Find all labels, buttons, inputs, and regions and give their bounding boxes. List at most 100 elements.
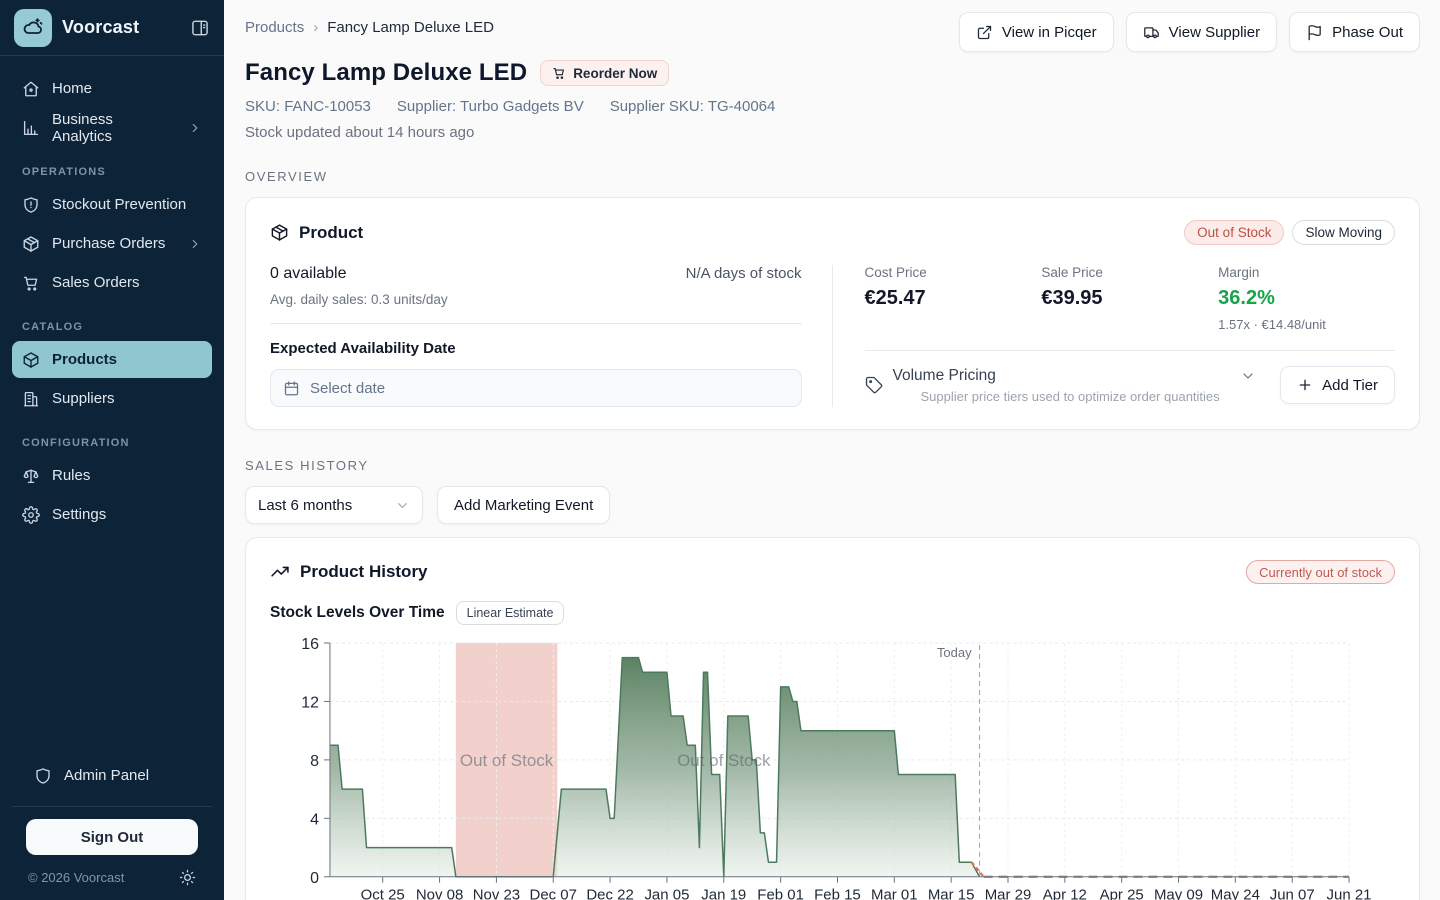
sign-out-button[interactable]: Sign Out [26, 819, 198, 855]
external-link-icon [976, 24, 993, 41]
bar-chart-icon [22, 119, 40, 137]
theme-toggle-sun-icon[interactable] [179, 869, 196, 886]
product-meta: SKU: FANC-10053 Supplier: Turbo Gadgets … [245, 98, 1420, 115]
phase-out-button[interactable]: Phase Out [1289, 12, 1420, 52]
svg-text:Jan 05: Jan 05 [644, 887, 689, 900]
section-title-configuration: CONFIGURATION [22, 437, 202, 449]
sidebar-item-label: Home [52, 80, 92, 97]
scale-icon [22, 467, 40, 485]
stock-chart: TodayOut of StockOut of Stock0481216Oct … [270, 637, 1395, 900]
svg-text:Today: Today [937, 645, 972, 660]
sidebar-item-business-analytics[interactable]: Business Analytics [12, 109, 212, 146]
avg-daily-sales: Avg. daily sales: 0.3 units/day [270, 292, 802, 307]
sidebar-toggle-icon[interactable] [190, 18, 210, 38]
sales-history-section-label: SALES HISTORY [245, 458, 1420, 473]
sidebar-item-products[interactable]: Products [12, 341, 212, 378]
sidebar-item-sales-orders[interactable]: Sales Orders [12, 264, 212, 301]
voorcast-logo [14, 9, 52, 47]
breadcrumb-products-link[interactable]: Products [245, 19, 304, 36]
sidebar-item-label: Settings [52, 506, 106, 523]
svg-text:Nov 08: Nov 08 [416, 887, 463, 900]
section-title-catalog: CATALOG [22, 321, 202, 333]
svg-text:12: 12 [301, 694, 319, 711]
tag-icon [865, 376, 883, 394]
button-label: View Supplier [1169, 24, 1260, 41]
button-label: Phase Out [1332, 24, 1403, 41]
shopping-cart-icon [22, 274, 40, 292]
breadcrumb: Products › Fancy Lamp Deluxe LED [245, 12, 494, 36]
chevron-right-icon [188, 237, 202, 251]
sidebar-item-admin-panel[interactable]: Admin Panel [24, 757, 200, 794]
sidebar-item-suppliers[interactable]: Suppliers [12, 380, 212, 417]
sidebar-bottom: Admin Panel Sign Out © 2026 Voorcast [12, 757, 212, 900]
sale-price-stat: Sale Price €39.95 [1041, 265, 1218, 332]
trending-up-icon [270, 562, 290, 582]
calendar-icon [283, 380, 300, 397]
svg-text:0: 0 [310, 870, 319, 887]
sidebar: Voorcast Home Business Analytics [0, 0, 224, 900]
svg-text:Jan 19: Jan 19 [701, 887, 746, 900]
svg-text:Jun 21: Jun 21 [1327, 887, 1372, 900]
volume-pricing-subtitle: Supplier price tiers used to optimize or… [893, 389, 1281, 404]
svg-text:Jun 07: Jun 07 [1270, 887, 1315, 900]
supplier-meta: Supplier: Turbo Gadgets BV [397, 98, 584, 115]
sidebar-item-stockout-prevention[interactable]: Stockout Prevention [12, 186, 212, 223]
reorder-now-badge[interactable]: Reorder Now [540, 60, 669, 86]
sidebar-item-label: Rules [52, 467, 90, 484]
availability-date-label: Expected Availability Date [270, 340, 802, 357]
date-field[interactable] [310, 380, 789, 397]
shield-alert-icon [22, 196, 40, 214]
svg-text:Dec 22: Dec 22 [586, 887, 633, 900]
add-marketing-event-button[interactable]: Add Marketing Event [437, 486, 610, 524]
svg-text:Out of Stock: Out of Stock [460, 751, 554, 770]
sidebar-item-purchase-orders[interactable]: Purchase Orders [12, 225, 212, 262]
currently-out-of-stock-badge: Currently out of stock [1246, 560, 1395, 584]
stock-chart-container: TodayOut of StockOut of Stock0481216Oct … [270, 637, 1395, 900]
svg-text:Feb 01: Feb 01 [757, 887, 804, 900]
sidebar-item-label: Products [52, 351, 117, 368]
package-icon [270, 223, 289, 242]
sidebar-item-home[interactable]: Home [12, 70, 212, 107]
breadcrumb-current: Fancy Lamp Deluxe LED [327, 19, 494, 36]
sidebar-item-label: Admin Panel [64, 767, 149, 784]
sidebar-item-label: Suppliers [52, 390, 115, 407]
out-of-stock-badge: Out of Stock [1184, 220, 1284, 245]
svg-text:Mar 29: Mar 29 [985, 887, 1032, 900]
svg-text:May 24: May 24 [1211, 887, 1260, 900]
chevron-down-icon [395, 498, 410, 513]
date-range-select[interactable]: Last 6 months [245, 486, 423, 524]
sku-meta: SKU: FANC-10053 [245, 98, 371, 115]
margin-sub: 1.57x · €14.48/unit [1218, 317, 1395, 332]
cloud-logo-icon [21, 16, 45, 40]
package-icon [22, 235, 40, 253]
svg-text:Dec 07: Dec 07 [530, 887, 577, 900]
svg-text:Mar 15: Mar 15 [928, 887, 975, 900]
button-label: View in Picqer [1002, 24, 1097, 41]
svg-text:Feb 15: Feb 15 [814, 887, 861, 900]
availability-date-input[interactable] [270, 369, 802, 407]
svg-text:May 09: May 09 [1154, 887, 1203, 900]
svg-text:Apr 25: Apr 25 [1100, 887, 1144, 900]
flag-icon [1306, 24, 1323, 41]
brand-name: Voorcast [62, 17, 139, 38]
sidebar-nav: Home Business Analytics OPERATIONS Stock… [0, 56, 224, 900]
header-actions: View in Picqer View Supplier Phase Out [959, 12, 1420, 52]
product-overview-card: Product Out of Stock Slow Moving 0 avail… [245, 197, 1420, 430]
page-title: Fancy Lamp Deluxe LED [245, 59, 527, 87]
linear-estimate-badge: Linear Estimate [456, 601, 565, 625]
sidebar-item-label: Purchase Orders [52, 235, 165, 252]
add-tier-button[interactable]: Add Tier [1280, 366, 1395, 404]
sidebar-item-label: Stockout Prevention [52, 196, 186, 213]
product-history-card: Product History Currently out of stock S… [245, 537, 1420, 900]
view-supplier-button[interactable]: View Supplier [1126, 12, 1277, 52]
home-icon [22, 80, 40, 98]
sidebar-item-rules[interactable]: Rules [12, 457, 212, 494]
view-in-picqer-button[interactable]: View in Picqer [959, 12, 1114, 52]
svg-text:Mar 01: Mar 01 [871, 887, 918, 900]
truck-icon [1143, 24, 1160, 41]
card-title: Product History [300, 562, 428, 582]
overview-section-label: OVERVIEW [245, 169, 1420, 184]
chevron-down-icon[interactable] [1240, 368, 1256, 384]
sidebar-item-settings[interactable]: Settings [12, 496, 212, 533]
section-title-operations: OPERATIONS [22, 166, 202, 178]
